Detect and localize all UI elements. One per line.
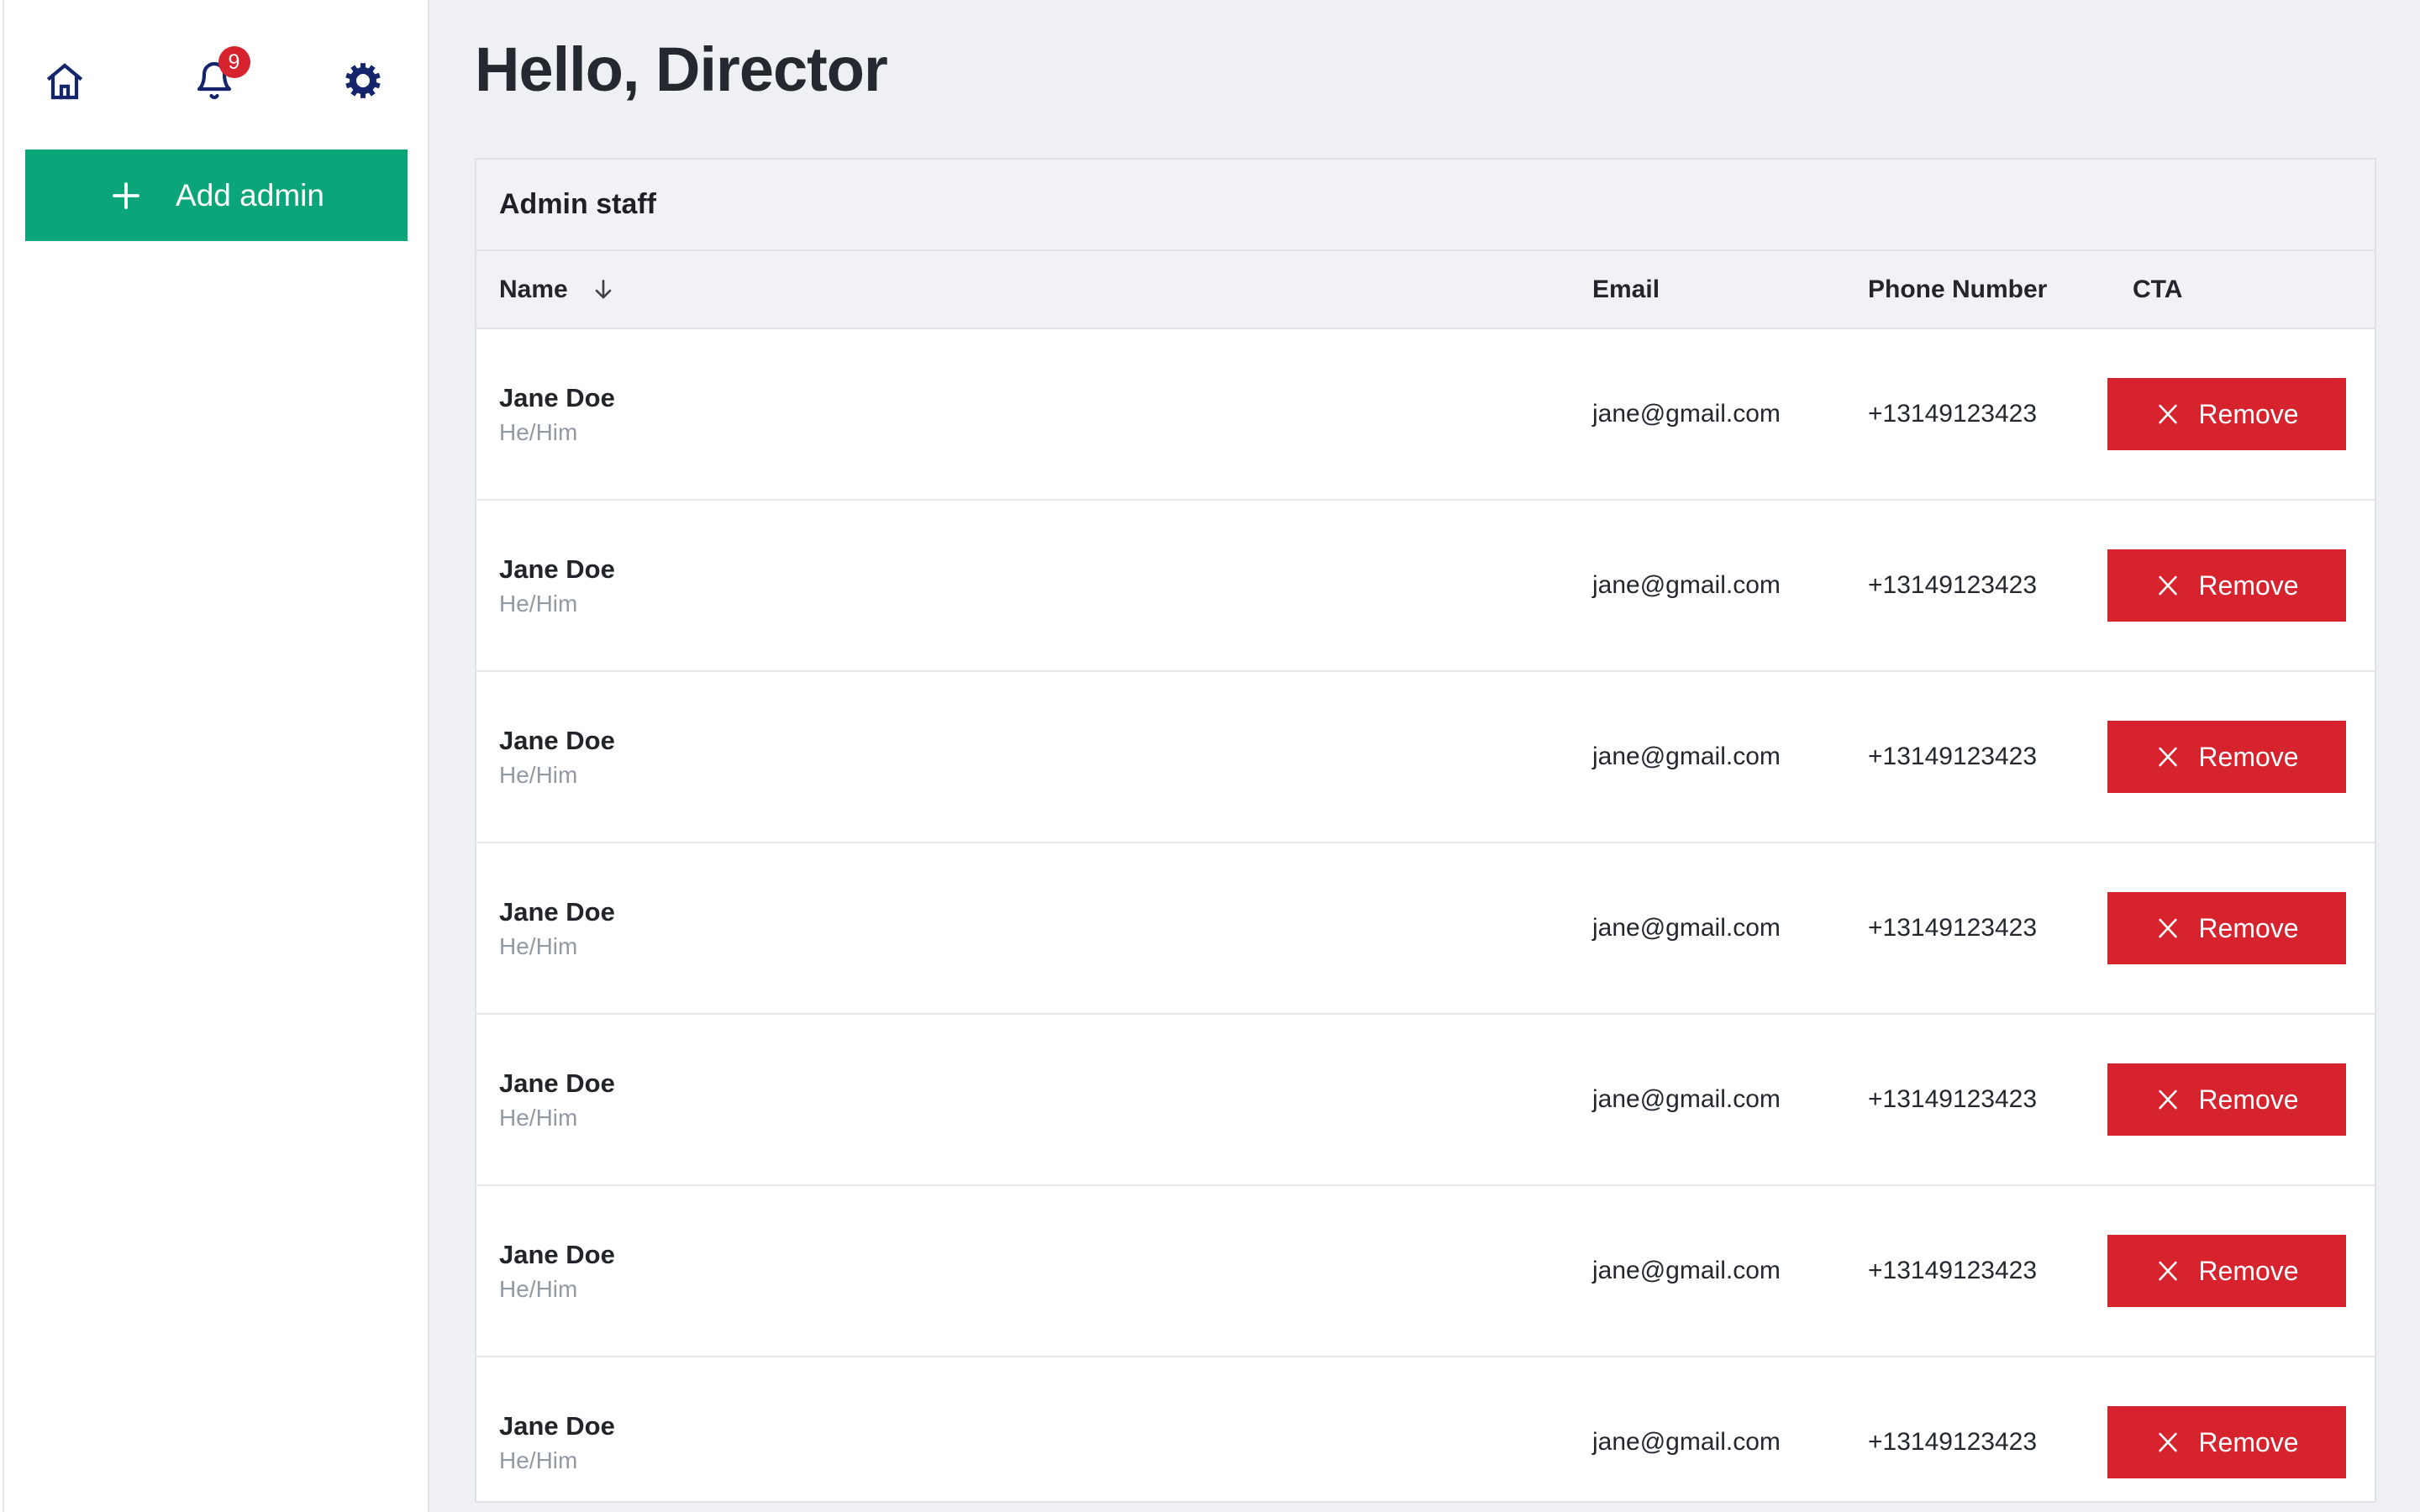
notifications-button[interactable]: 9 <box>194 60 234 101</box>
cta-cell: Remove <box>2107 1063 2346 1136</box>
card-title: Admin staff <box>499 188 656 221</box>
phone-cell: +13149123423 <box>1868 743 2107 771</box>
remove-label: Remove <box>2198 570 2298 601</box>
admin-name: Jane Doe <box>499 1068 1592 1099</box>
cta-cell: Remove <box>2107 1235 2346 1307</box>
card-header: Admin staff <box>476 160 2375 251</box>
name-cell: Jane Doe He/Him <box>499 1240 1592 1303</box>
x-icon <box>2154 1086 2181 1113</box>
remove-button[interactable]: Remove <box>2107 1235 2346 1307</box>
admin-pronouns: He/Him <box>499 1105 1592 1131</box>
email-cell: jane@gmail.com <box>1592 743 1868 771</box>
admin-name: Jane Doe <box>499 1411 1592 1441</box>
admin-pronouns: He/Him <box>499 1447 1592 1474</box>
x-icon <box>2154 915 2181 942</box>
table-row: Jane Doe He/Him jane@gmail.com +13149123… <box>476 1357 2375 1503</box>
admin-pronouns: He/Him <box>499 1276 1592 1303</box>
table-row: Jane Doe He/Him jane@gmail.com +13149123… <box>476 1015 2375 1186</box>
remove-button[interactable]: Remove <box>2107 892 2346 964</box>
name-cell: Jane Doe He/Him <box>499 1068 1592 1131</box>
home-icon <box>45 60 85 101</box>
remove-label: Remove <box>2198 742 2298 773</box>
phone-cell: +13149123423 <box>1868 914 2107 942</box>
settings-button[interactable] <box>343 60 383 101</box>
main-content: Hello, Director Admin staff Name Email P… <box>429 0 2420 1512</box>
remove-button[interactable]: Remove <box>2107 378 2346 450</box>
table-row: Jane Doe He/Him jane@gmail.com +13149123… <box>476 329 2375 501</box>
table-row: Jane Doe He/Him jane@gmail.com +13149123… <box>476 501 2375 672</box>
cta-cell: Remove <box>2107 378 2346 450</box>
x-icon <box>2154 1429 2181 1456</box>
remove-button[interactable]: Remove <box>2107 721 2346 793</box>
phone-cell: +13149123423 <box>1868 571 2107 600</box>
admin-staff-card: Admin staff Name Email Phone Number CTA <box>475 158 2376 1503</box>
cta-cell: Remove <box>2107 1406 2346 1478</box>
admin-pronouns: He/Him <box>499 933 1592 960</box>
cta-cell: Remove <box>2107 892 2346 964</box>
page-title: Hello, Director <box>475 34 2376 105</box>
gear-icon <box>343 60 383 101</box>
x-icon <box>2154 1257 2181 1284</box>
x-icon <box>2154 572 2181 599</box>
phone-cell: +13149123423 <box>1868 400 2107 428</box>
remove-label: Remove <box>2198 399 2298 430</box>
admin-name: Jane Doe <box>499 726 1592 756</box>
email-cell: jane@gmail.com <box>1592 571 1868 600</box>
table-row: Jane Doe He/Him jane@gmail.com +13149123… <box>476 843 2375 1015</box>
email-cell: jane@gmail.com <box>1592 1428 1868 1457</box>
name-cell: Jane Doe He/Him <box>499 726 1592 789</box>
remove-label: Remove <box>2198 1427 2298 1458</box>
cta-cell: Remove <box>2107 549 2346 622</box>
sidebar-nav: 9 <box>0 0 428 101</box>
column-header-email: Email <box>1592 276 1868 304</box>
remove-label: Remove <box>2198 913 2298 944</box>
sidebar: 9 <box>0 0 429 1512</box>
admin-name: Jane Doe <box>499 383 1592 413</box>
table-body: Jane Doe He/Him jane@gmail.com +13149123… <box>476 329 2375 1503</box>
column-header-cta: CTA <box>2107 276 2346 304</box>
admin-pronouns: He/Him <box>499 762 1592 789</box>
remove-label: Remove <box>2198 1084 2298 1116</box>
phone-cell: +13149123423 <box>1868 1428 2107 1457</box>
name-cell: Jane Doe He/Him <box>499 383 1592 446</box>
admin-name: Jane Doe <box>499 554 1592 585</box>
name-cell: Jane Doe He/Him <box>499 1411 1592 1474</box>
remove-button[interactable]: Remove <box>2107 1406 2346 1478</box>
cta-cell: Remove <box>2107 721 2346 793</box>
add-admin-button[interactable]: Add admin <box>25 150 408 241</box>
remove-button[interactable]: Remove <box>2107 1063 2346 1136</box>
plus-icon <box>108 178 144 213</box>
home-button[interactable] <box>45 60 85 101</box>
column-header-name-label: Name <box>499 276 568 304</box>
phone-cell: +13149123423 <box>1868 1085 2107 1114</box>
admin-name: Jane Doe <box>499 897 1592 927</box>
x-icon <box>2154 401 2181 428</box>
email-cell: jane@gmail.com <box>1592 400 1868 428</box>
arrow-down-icon <box>590 276 617 303</box>
x-icon <box>2154 743 2181 770</box>
admin-name: Jane Doe <box>499 1240 1592 1270</box>
column-header-name[interactable]: Name <box>499 276 1592 304</box>
remove-button[interactable]: Remove <box>2107 549 2346 622</box>
column-header-phone: Phone Number <box>1868 276 2107 304</box>
email-cell: jane@gmail.com <box>1592 914 1868 942</box>
email-cell: jane@gmail.com <box>1592 1085 1868 1114</box>
phone-cell: +13149123423 <box>1868 1257 2107 1285</box>
table-row: Jane Doe He/Him jane@gmail.com +13149123… <box>476 672 2375 843</box>
table-row: Jane Doe He/Him jane@gmail.com +13149123… <box>476 1186 2375 1357</box>
admin-pronouns: He/Him <box>499 591 1592 617</box>
add-admin-label: Add admin <box>176 178 324 213</box>
table-header-row: Name Email Phone Number CTA <box>476 251 2375 329</box>
name-cell: Jane Doe He/Him <box>499 554 1592 617</box>
remove-label: Remove <box>2198 1256 2298 1287</box>
admin-pronouns: He/Him <box>499 419 1592 446</box>
notification-badge: 9 <box>218 46 250 78</box>
name-cell: Jane Doe He/Him <box>499 897 1592 960</box>
email-cell: jane@gmail.com <box>1592 1257 1868 1285</box>
